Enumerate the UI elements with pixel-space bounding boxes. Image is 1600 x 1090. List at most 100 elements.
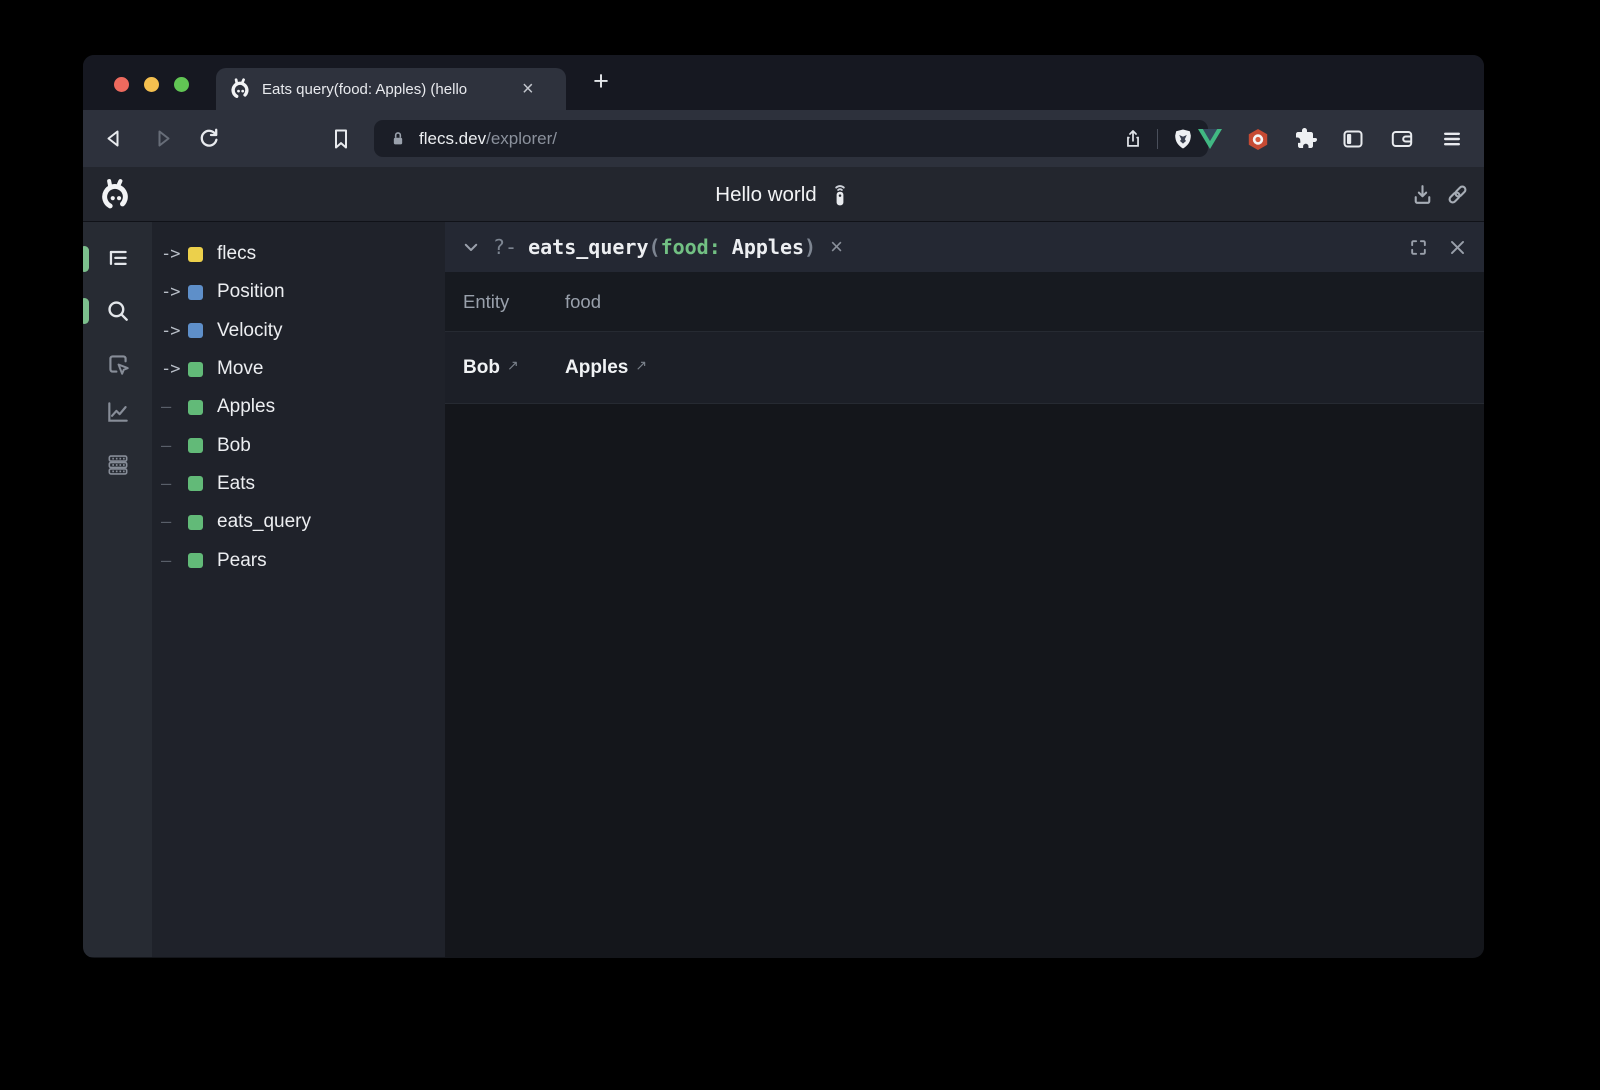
copy-link-button[interactable] bbox=[1445, 182, 1470, 207]
query-search-tab[interactable] bbox=[105, 298, 131, 324]
entity-color-swatch bbox=[188, 553, 203, 568]
leaf-dash-icon: — bbox=[161, 436, 188, 456]
back-icon bbox=[109, 132, 118, 146]
browser-menu-button[interactable] bbox=[1440, 127, 1464, 151]
tab-strip: Eats query(food: Apples) (hello × + bbox=[83, 55, 1484, 110]
brave-shields-button[interactable] bbox=[1171, 127, 1195, 151]
external-link-icon[interactable]: ↗ bbox=[635, 357, 647, 374]
memory-rows-icon bbox=[105, 452, 131, 478]
close-window-button[interactable] bbox=[114, 77, 129, 92]
chart-icon bbox=[105, 399, 131, 425]
link-icon bbox=[1445, 182, 1470, 207]
memory-tab[interactable] bbox=[105, 452, 131, 478]
tree-item-position[interactable]: -> Position bbox=[152, 273, 445, 311]
reload-icon bbox=[197, 127, 221, 151]
bookmark-button[interactable] bbox=[329, 127, 353, 151]
tree-item-eats-query[interactable]: — eats_query bbox=[152, 503, 445, 541]
cell-entity: Bob↗ bbox=[463, 357, 565, 379]
inspect-cursor-icon bbox=[105, 351, 131, 377]
left-icon-rail bbox=[83, 222, 152, 957]
query-prompt: ?- bbox=[493, 235, 517, 259]
sidebar-icon bbox=[1341, 127, 1365, 151]
clear-query-icon[interactable]: × bbox=[830, 237, 843, 257]
tree-item-apples[interactable]: — Apples bbox=[152, 388, 445, 426]
vue-devtools-extension-button[interactable] bbox=[1198, 127, 1222, 151]
tree-item-move[interactable]: -> Move bbox=[152, 350, 445, 388]
share-button[interactable] bbox=[1122, 128, 1144, 150]
tree-panel-active-indicator bbox=[83, 246, 89, 272]
lock-icon bbox=[388, 129, 408, 149]
column-header-food: food bbox=[565, 291, 601, 313]
expand-arrow-icon[interactable]: -> bbox=[161, 359, 188, 379]
forward-button[interactable] bbox=[150, 127, 174, 151]
tree-item-flecs[interactable]: -> flecs bbox=[152, 235, 445, 273]
query-panel: ?- eats_query(food:Apples) × bbox=[445, 222, 1484, 957]
empty-results-area bbox=[445, 404, 1484, 957]
entity-color-swatch bbox=[188, 362, 203, 377]
search-icon bbox=[105, 298, 131, 324]
expand-arrow-icon[interactable]: -> bbox=[161, 244, 188, 264]
tree-item-velocity[interactable]: -> Velocity bbox=[152, 312, 445, 350]
forward-icon bbox=[160, 132, 169, 146]
component-color-swatch bbox=[188, 323, 203, 338]
wallet-button[interactable] bbox=[1390, 127, 1414, 151]
external-link-icon[interactable]: ↗ bbox=[507, 357, 519, 374]
component-color-swatch bbox=[188, 285, 203, 300]
tree-item-pears[interactable]: — Pears bbox=[152, 541, 445, 579]
url-text: flecs.dev/explorer/ bbox=[419, 129, 557, 149]
hamburger-menu-icon bbox=[1440, 127, 1464, 151]
browser-tab[interactable]: Eats query(food: Apples) (hello × bbox=[216, 68, 566, 110]
query-panel-active-indicator bbox=[83, 298, 89, 324]
download-icon bbox=[1410, 182, 1435, 207]
new-tab-button[interactable]: + bbox=[586, 63, 616, 99]
reload-button[interactable] bbox=[197, 127, 221, 151]
chevron-down-icon[interactable] bbox=[462, 238, 480, 256]
entity-tree-tab[interactable] bbox=[105, 246, 131, 272]
minimize-window-button[interactable] bbox=[144, 77, 159, 92]
entity-color-swatch bbox=[188, 515, 203, 530]
sidebar-toggle-button[interactable] bbox=[1341, 127, 1365, 151]
tree-icon bbox=[105, 246, 131, 272]
results-table-header: Entity food bbox=[445, 272, 1484, 332]
entity-color-swatch bbox=[188, 476, 203, 491]
table-row: Bob↗ Apples↗ bbox=[445, 332, 1484, 404]
vue-icon bbox=[1198, 128, 1222, 150]
wallet-icon bbox=[1390, 127, 1414, 151]
app-header: Hello world bbox=[83, 167, 1484, 222]
tree-item-bob[interactable]: — Bob bbox=[152, 426, 445, 464]
url-domain: flecs.dev bbox=[419, 129, 486, 148]
entity-color-swatch bbox=[188, 438, 203, 453]
brave-shield-icon bbox=[1171, 127, 1195, 151]
tree-item-eats[interactable]: — Eats bbox=[152, 465, 445, 503]
leaf-dash-icon: — bbox=[161, 512, 188, 532]
download-world-button[interactable] bbox=[1410, 182, 1435, 207]
entity-color-swatch bbox=[188, 400, 203, 415]
tab-close-icon[interactable]: × bbox=[522, 79, 534, 99]
leaf-dash-icon: — bbox=[161, 551, 188, 571]
tab-title: Eats query(food: Apples) (hello bbox=[262, 81, 514, 98]
toolbar-divider bbox=[1157, 129, 1158, 149]
world-title: Hello world bbox=[715, 183, 816, 207]
inspect-tab[interactable] bbox=[105, 351, 131, 377]
remote-connection-icon[interactable] bbox=[828, 182, 852, 208]
cell-food: Apples↗ bbox=[565, 357, 647, 379]
address-bar[interactable]: flecs.dev/explorer/ bbox=[374, 120, 1208, 157]
expand-arrow-icon[interactable]: -> bbox=[161, 282, 188, 302]
zoom-window-button[interactable] bbox=[174, 77, 189, 92]
browser-toolbar: flecs.dev/explorer/ bbox=[83, 110, 1484, 167]
column-header-entity: Entity bbox=[463, 291, 565, 313]
module-color-swatch bbox=[188, 247, 203, 262]
back-button[interactable] bbox=[103, 127, 127, 151]
fullscreen-icon[interactable] bbox=[1409, 238, 1428, 257]
query-panel-header: ?- eats_query(food:Apples) × bbox=[445, 222, 1484, 272]
share-icon bbox=[1122, 128, 1144, 150]
hexagon-extension-button[interactable] bbox=[1246, 127, 1270, 151]
flecs-favicon bbox=[228, 77, 252, 101]
close-panel-icon[interactable] bbox=[1448, 238, 1467, 257]
expand-arrow-icon[interactable]: -> bbox=[161, 321, 188, 341]
stats-tab[interactable] bbox=[105, 399, 131, 425]
extensions-button[interactable] bbox=[1294, 127, 1318, 151]
browser-window: Eats query(food: Apples) (hello × + fl bbox=[83, 55, 1484, 958]
query-expression: eats_query(food:Apples) bbox=[528, 235, 816, 259]
url-path: /explorer/ bbox=[486, 129, 557, 148]
